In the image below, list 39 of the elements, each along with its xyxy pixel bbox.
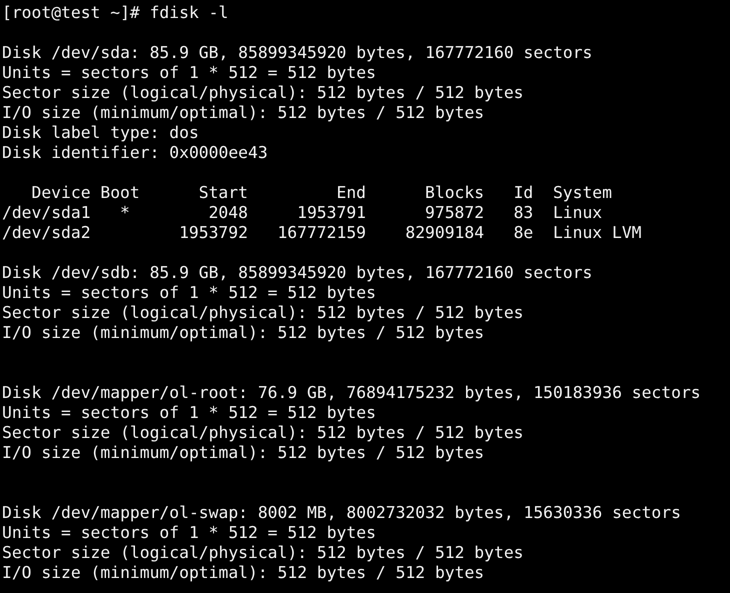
table-cell: Linux (552, 203, 602, 223)
output-line: I/O size (minimum/optimal): 512 bytes / 512 bytes (2, 443, 484, 462)
output-line: Disk label type: dos (2, 123, 199, 142)
column-header: Boot (100, 183, 140, 203)
output-line: I/O size (minimum/optimal): 512 bytes / 512 bytes (2, 563, 484, 582)
table-cell-text: 2048 (208, 203, 248, 223)
table-cell-text: 82909184 (404, 223, 484, 243)
output-line: Disk /dev/sda: 85.9 GB, 85899345920 bytes, 167772160 sectors (2, 43, 592, 62)
table-cell-text: 167772159 (276, 223, 366, 243)
output-line: Disk /dev/mapper/ol-swap: 8002 MB, 8002732032 bytes, 15630336 sectors (2, 503, 681, 522)
table-cell-text: 975872 (424, 203, 484, 223)
table-cell: /dev/sda2 (2, 223, 91, 243)
output-line: Units = sectors of 1 * 512 = 512 bytes (2, 523, 376, 542)
output-line: Sector size (logical/physical): 512 bytes / 512 bytes (2, 303, 524, 322)
column-header: System (552, 183, 612, 203)
output-line: Disk identifier: 0x0000ee43 (2, 143, 268, 162)
column-header: Id (512, 183, 534, 203)
output-line: Sector size (logical/physical): 512 bytes / 512 bytes (2, 423, 524, 442)
output-line: Units = sectors of 1 * 512 = 512 bytes (2, 403, 376, 422)
output-line: Units = sectors of 1 * 512 = 512 bytes (2, 283, 376, 302)
command-prompt: [root@test ~]# fdisk -l (2, 3, 228, 22)
output-line: Sector size (logical/physical): 512 bytes / 512 bytes (2, 543, 524, 562)
table-cell-text: * (119, 203, 131, 223)
column-header: Start (198, 183, 248, 203)
table-cell: Linux LVM (552, 223, 642, 243)
column-header: Blocks (424, 183, 484, 203)
column-header: End (335, 183, 366, 203)
output-line: Units = sectors of 1 * 512 = 512 bytes (2, 63, 376, 82)
output-line: Disk /dev/mapper/ol-root: 76.9 GB, 76894175232 bytes, 150183936 sectors (2, 383, 701, 402)
table-cell-text: 8e (512, 223, 534, 243)
table-cell: /dev/sda1 (2, 203, 91, 223)
output-line: Disk /dev/sdb: 85.9 GB, 85899345920 bytes, 167772160 sectors (2, 263, 592, 282)
table-cell-text: 1953792 (178, 223, 248, 243)
table-cell-text: 83 (512, 203, 534, 223)
column-header: Device (30, 183, 91, 203)
output-line: I/O size (minimum/optimal): 512 bytes / 512 bytes (2, 323, 484, 342)
output-line: I/O size (minimum/optimal): 512 bytes / 512 bytes (2, 103, 484, 122)
table-cell-text: 1953791 (296, 203, 366, 223)
output-line: Sector size (logical/physical): 512 bytes / 512 bytes (2, 83, 524, 102)
